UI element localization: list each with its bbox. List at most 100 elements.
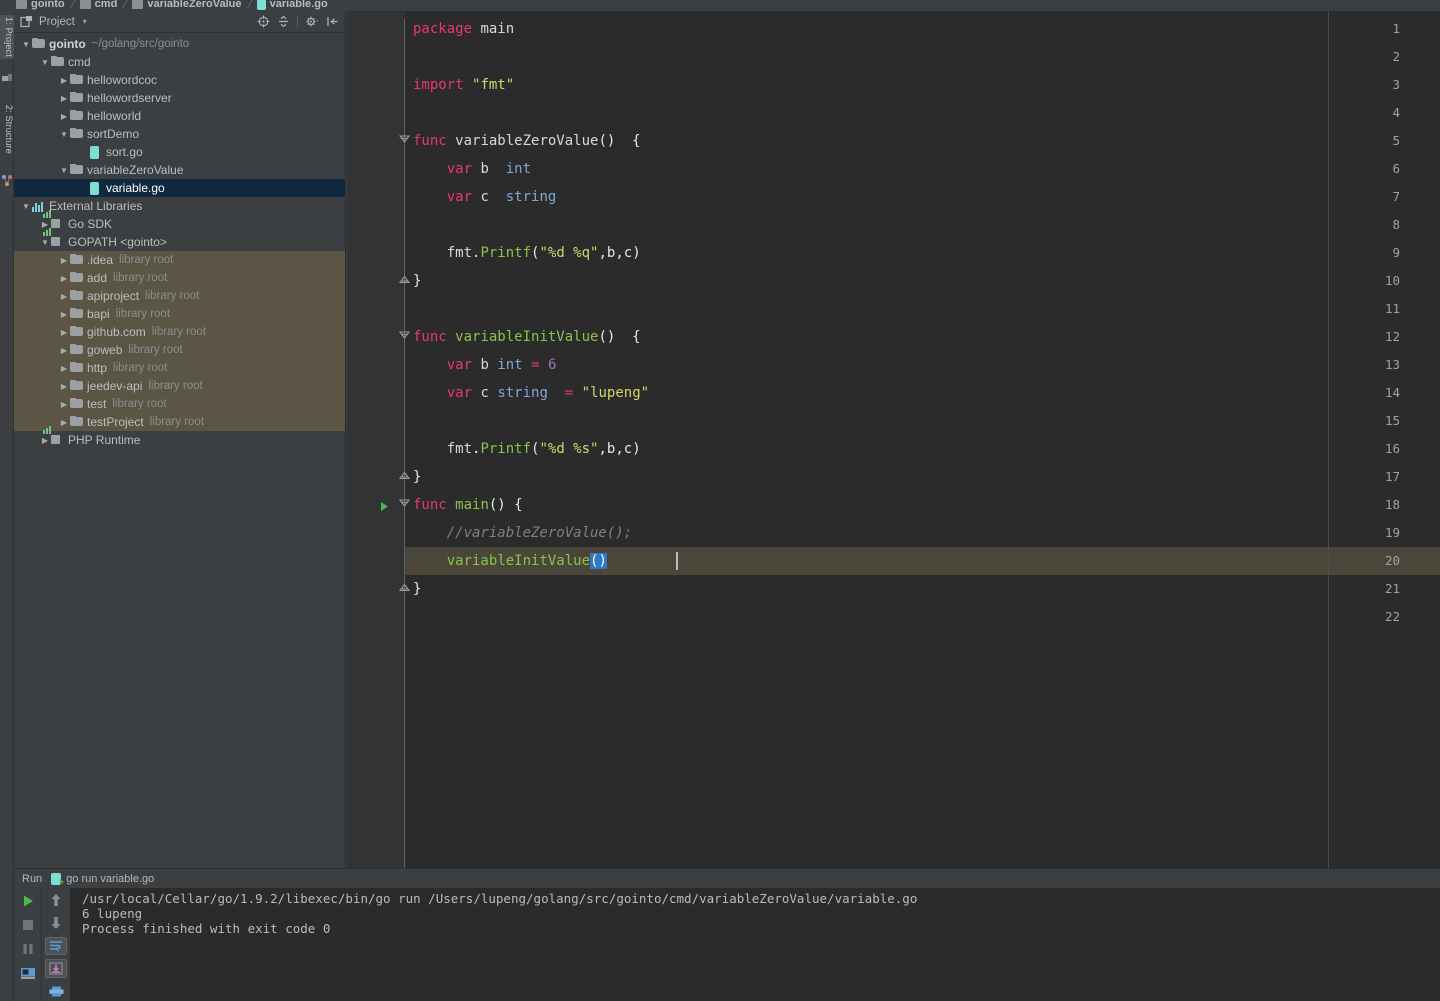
gear-icon[interactable] <box>303 13 321 31</box>
fold-marker-icon[interactable] <box>398 330 411 343</box>
tree-node-external-libraries[interactable]: ▼ External Libraries <box>14 197 345 215</box>
tree-node-go-sdk[interactable]: ▶ Go SDK <box>14 209 345 233</box>
tree-node-hellowordcoc[interactable]: ▶ hellowordcoc <box>14 71 345 89</box>
tree-node-bapi[interactable]: ▶ bapi library root <box>14 305 345 323</box>
tree-node-helloworld[interactable]: ▶ helloworld <box>14 107 345 125</box>
code-line-5[interactable]: func variableZeroValue() { <box>405 127 641 155</box>
chevron-right-icon[interactable]: ▶ <box>58 380 70 392</box>
code-line-7[interactable]: var c string <box>405 183 557 211</box>
breadcrumb-item-label: variableZeroValue <box>147 0 242 10</box>
tree-node-add[interactable]: ▶ add library root <box>14 269 345 287</box>
sidebar-tab-project[interactable]: 1: Project <box>0 15 14 60</box>
tree-node-label: hellowordcoc <box>87 73 158 87</box>
code-line-16[interactable]: fmt.Printf("%d %s",b,c) <box>405 435 641 463</box>
scroll-to-end-button[interactable] <box>45 959 67 979</box>
fold-marker-icon[interactable] <box>398 470 411 483</box>
tree-node-apiproject[interactable]: ▶ apiproject library root <box>14 287 345 305</box>
chevron-right-icon[interactable]: ▶ <box>39 434 51 446</box>
fold-marker-icon[interactable] <box>398 582 411 595</box>
code-token: "%d %q" <box>539 245 599 261</box>
code-line-15[interactable] <box>405 407 413 435</box>
tree-node-sortdemo[interactable]: ▼ sortDemo <box>14 125 345 143</box>
tree-node-goweb[interactable]: ▶ goweb library root <box>14 341 345 359</box>
code-editor[interactable]: 1 2 3 4 5 6 7 8 9 10 11 12 13 14 15 16 17 18 19 20 21 22 pack… <box>347 11 1440 868</box>
breadcrumb-item-variablezerovalue[interactable]: variableZeroValue <box>132 0 242 11</box>
chevron-down-icon[interactable]: ▼ <box>39 236 51 248</box>
locate-icon[interactable] <box>254 13 272 31</box>
code-line-19[interactable]: //variableZeroValue(); <box>405 519 632 547</box>
code-line-11[interactable] <box>405 295 413 323</box>
tree-node-github-com[interactable]: ▶ github.com library root <box>14 323 345 341</box>
rerun-button[interactable] <box>17 891 39 911</box>
code-line-12[interactable]: func variableInitValue() { <box>405 323 641 351</box>
chevron-right-icon[interactable]: ▶ <box>58 110 70 122</box>
scroll-down-button[interactable] <box>45 914 67 933</box>
scroll-up-button[interactable] <box>45 891 67 910</box>
chevron-right-icon[interactable]: ▶ <box>58 92 70 104</box>
tree-node-cmd[interactable]: ▼ cmd <box>14 53 345 71</box>
code-line-8[interactable] <box>405 211 413 239</box>
chevron-down-icon[interactable]: ▼ <box>58 164 70 176</box>
chevron-right-icon[interactable]: ▶ <box>58 308 70 320</box>
tree-node-hellowordserver[interactable]: ▶ hellowordserver <box>14 89 345 107</box>
tree-node-variablezerovalue[interactable]: ▼ variableZeroValue <box>14 161 345 179</box>
code-line-4[interactable] <box>405 99 413 127</box>
tree-node--idea[interactable]: ▶ .idea library root <box>14 251 345 269</box>
tree-node-php-runtime[interactable]: ▶ PHP Runtime <box>14 425 345 449</box>
chevron-right-icon[interactable]: ▶ <box>58 398 70 410</box>
breadcrumb-item-gointo[interactable]: gointo <box>16 0 65 11</box>
chevron-down-icon[interactable]: ▾ <box>83 17 87 26</box>
run-console[interactable]: /usr/local/Cellar/go/1.9.2/libexec/bin/g… <box>70 888 1440 1001</box>
code-line-3[interactable]: import "fmt" <box>405 71 514 99</box>
fold-marker-icon[interactable] <box>398 274 411 287</box>
code-line-20[interactable]: variableInitValue() <box>405 547 607 575</box>
run-gutter-icon[interactable] <box>379 499 390 511</box>
tree-node-sort-go[interactable]: sort.go <box>14 143 345 161</box>
dump-threads-button[interactable] <box>17 963 39 983</box>
code-line-13[interactable]: var b int = 6 <box>405 351 557 379</box>
tree-node-test[interactable]: ▶ test library root <box>14 395 345 413</box>
code-content[interactable]: package main import "fmt" func variableZer… <box>405 11 1440 868</box>
sidebar-tab-structure[interactable]: 2: Structure <box>0 103 14 156</box>
code-line-18[interactable]: func main() { <box>405 491 523 519</box>
chevron-down-icon[interactable]: ▼ <box>20 38 32 50</box>
tree-node-gopath-gointo-[interactable]: ▼ GOPATH <gointo> <box>14 227 345 251</box>
folder-icon <box>70 344 83 357</box>
hide-panel-icon[interactable] <box>323 13 341 31</box>
tree-node-http[interactable]: ▶ http library root <box>14 359 345 377</box>
pause-button[interactable] <box>17 939 39 959</box>
project-tree[interactable]: ▼ gointo ~/golang/src/gointo ▼ cmd ▶ helloword… <box>14 33 345 868</box>
editor-gutter[interactable] <box>347 11 405 868</box>
chevron-right-icon[interactable]: ▶ <box>58 254 70 266</box>
chevron-right-icon[interactable]: ▶ <box>58 326 70 338</box>
stop-button[interactable] <box>17 915 39 935</box>
chevron-right-icon[interactable]: ▶ <box>58 290 70 302</box>
chevron-right-icon[interactable]: ▶ <box>58 344 70 356</box>
code-line-22[interactable] <box>405 603 413 631</box>
code-line-9[interactable]: fmt.Printf("%d %q",b,c) <box>405 239 641 267</box>
chevron-down-icon[interactable]: ▼ <box>58 128 70 140</box>
chevron-right-icon[interactable]: ▶ <box>58 416 70 428</box>
run-configuration-tab[interactable]: go run variable.go <box>51 872 154 885</box>
code-line-14[interactable]: var c string = "lupeng" <box>405 379 649 407</box>
tree-node-jeedev-api[interactable]: ▶ jeedev-api library root <box>14 377 345 395</box>
breadcrumb-item-variable-go[interactable]: variable.go <box>256 0 328 11</box>
code-line-1[interactable]: package main <box>405 15 514 43</box>
code-line-6[interactable]: var b int <box>405 155 531 183</box>
collapse-all-icon[interactable] <box>274 13 292 31</box>
chevron-down-icon[interactable]: ▼ <box>20 200 32 212</box>
fold-marker-icon[interactable] <box>398 498 411 511</box>
fold-marker-icon[interactable] <box>398 134 411 147</box>
tree-node-testproject[interactable]: ▶ testProject library root <box>14 413 345 431</box>
code-line-2[interactable] <box>405 43 413 71</box>
chevron-down-icon[interactable]: ▼ <box>39 56 51 68</box>
chevron-right-icon[interactable]: ▶ <box>58 362 70 374</box>
chevron-right-icon[interactable]: ▶ <box>58 74 70 86</box>
tree-node-variable-go[interactable]: variable.go <box>14 179 345 197</box>
tree-node-gointo[interactable]: ▼ gointo ~/golang/src/gointo <box>14 35 345 53</box>
breadcrumb-item-cmd[interactable]: cmd <box>79 0 117 11</box>
print-button[interactable] <box>45 982 67 1001</box>
soft-wrap-button[interactable] <box>45 936 67 956</box>
chevron-right-icon[interactable]: ▶ <box>58 272 70 284</box>
